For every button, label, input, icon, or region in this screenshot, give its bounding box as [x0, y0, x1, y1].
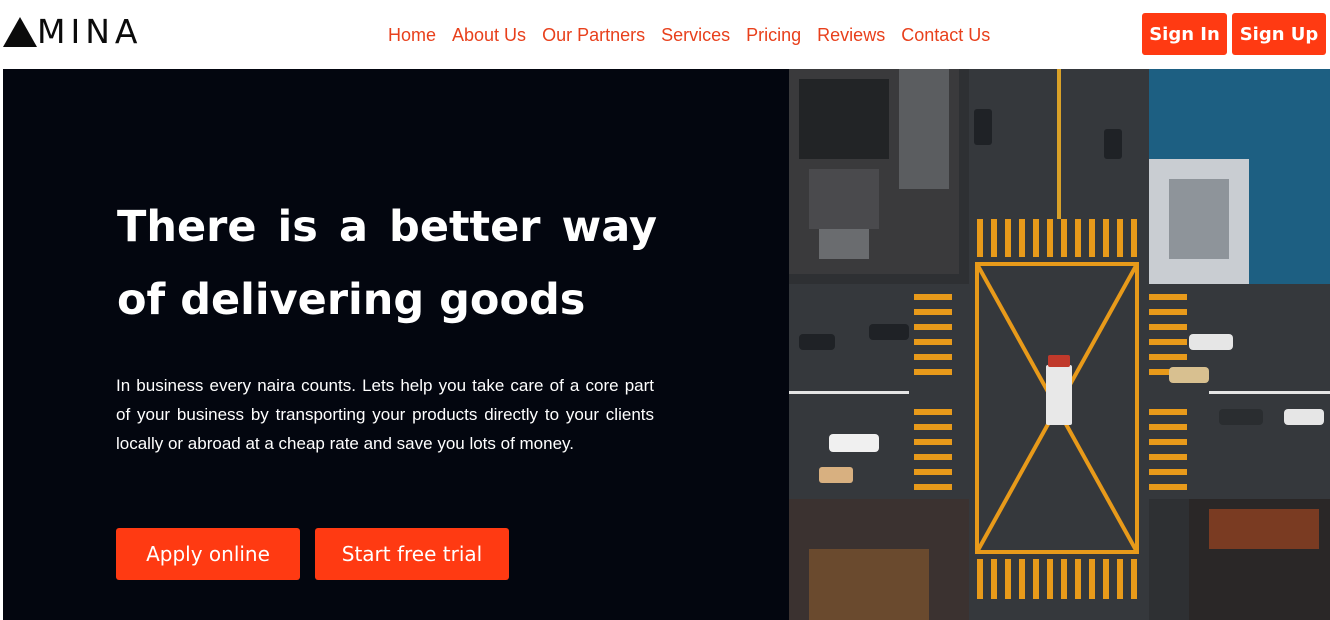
nav-services-link[interactable]: Services — [653, 22, 738, 48]
aerial-road-illustration — [789, 69, 1330, 620]
nav-contact-link[interactable]: Contact Us — [893, 22, 998, 48]
start-free-trial-button[interactable]: Start free trial — [315, 528, 509, 580]
sign-up-button[interactable]: Sign Up — [1232, 13, 1326, 55]
brand-logo[interactable]: MINA — [3, 14, 142, 50]
nav-reviews-link[interactable]: Reviews — [809, 22, 893, 48]
main-nav: Home About Us Our Partners Services Pric… — [380, 22, 998, 48]
apply-online-button[interactable]: Apply online — [116, 528, 300, 580]
sign-in-button[interactable]: Sign In — [1142, 13, 1227, 55]
hero-image-aerial-intersection — [789, 69, 1330, 620]
site-header: MINA Home About Us Our Partners Services… — [0, 0, 1330, 69]
nav-about-link[interactable]: About Us — [444, 22, 534, 48]
brand-name: MINA — [37, 12, 143, 51]
triangle-a-icon — [3, 17, 37, 47]
hero-section: There is a better way of delivering good… — [3, 69, 789, 620]
hero-title: There is a better way of delivering good… — [117, 202, 657, 325]
nav-partners-link[interactable]: Our Partners — [534, 22, 653, 48]
nav-pricing-link[interactable]: Pricing — [738, 22, 809, 48]
hero-description: In business every naira counts. Lets hel… — [116, 376, 654, 453]
nav-home-link[interactable]: Home — [380, 22, 444, 48]
